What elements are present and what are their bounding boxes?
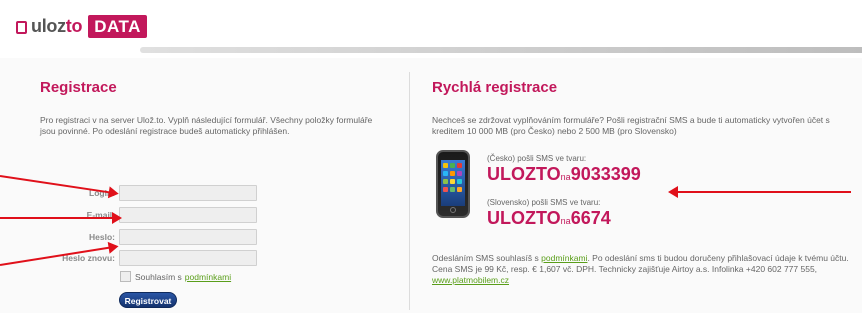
register-button[interactable]: Registrovat: [119, 292, 177, 308]
sms-terms-text: Odesláním SMS souhlasíš s podmínkami. Po…: [432, 253, 849, 285]
email-row: E-mail:: [40, 207, 270, 225]
terms-checkbox[interactable]: [120, 271, 131, 282]
logo-text: ulozto: [31, 15, 83, 36]
registration-intro: Pro registraci v na server Ulož.to. Vypl…: [40, 115, 373, 136]
sms-terms-link[interactable]: podmínkami: [541, 253, 587, 263]
email-input[interactable]: [119, 207, 257, 223]
login-input[interactable]: [119, 185, 257, 201]
sms-sk-code: ULOZTOna6674: [487, 208, 611, 228]
sms-cz-label: (Česko) pošli SMS ve tvaru:: [487, 154, 587, 163]
quick-registration-intro: Nechceš se zdržovat vyplňováním formulář…: [432, 115, 830, 136]
arrow-email-indicator: [0, 212, 122, 224]
quick-registration-title: Rychlá registrace: [432, 79, 558, 96]
password-label: Heslo:: [89, 232, 115, 242]
sms-cz-code: ULOZTOna9033399: [487, 164, 641, 184]
password-input[interactable]: [119, 229, 257, 245]
terms-row: Souhlasím s podmínkami: [120, 271, 231, 282]
site-logo[interactable]: ulozto DATA: [16, 14, 147, 38]
terms-link[interactable]: podmínkami: [185, 272, 231, 282]
arrow-sms-indicator: [668, 186, 851, 198]
password-row: Heslo:: [40, 229, 270, 247]
password-confirm-label: Heslo znovu:: [62, 253, 115, 263]
registration-title: Registrace: [40, 79, 117, 96]
logo-box-icon: [16, 20, 27, 34]
header: ulozto DATA: [0, 0, 862, 53]
column-divider: [409, 72, 410, 310]
terms-label: Souhlasím s: [135, 271, 182, 282]
password-confirm-input[interactable]: [119, 250, 257, 266]
sms-sk-label: (Slovensko) pošli SMS ve tvaru:: [487, 198, 601, 207]
logo-badge: DATA: [88, 14, 147, 38]
header-divider: [140, 47, 862, 53]
smartphone-icon: [436, 150, 470, 218]
platmobilem-link[interactable]: www.platmobilem.cz: [432, 275, 509, 285]
